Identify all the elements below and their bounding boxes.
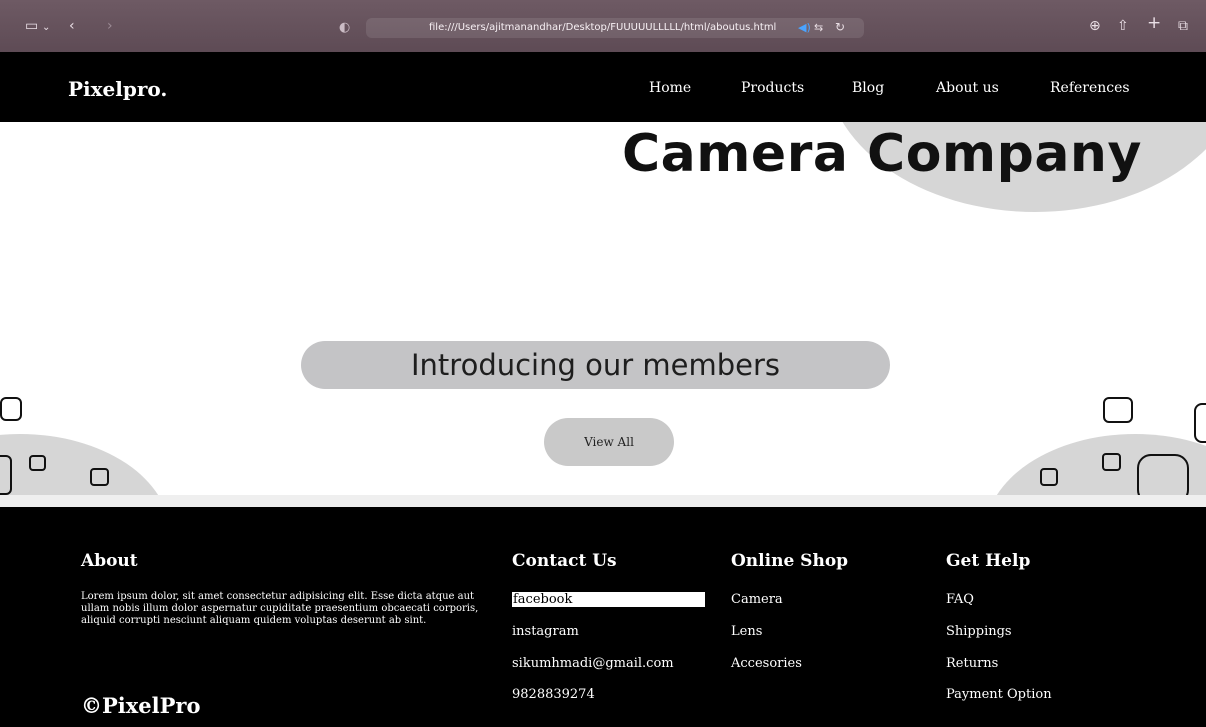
footer-about-text: Lorem ipsum dolor, sit amet consectetur … [81, 591, 479, 626]
decorative-square-icon [1102, 453, 1121, 471]
footer-link-shippings[interactable]: Shippings [946, 624, 1012, 639]
decorative-square-icon [0, 397, 22, 421]
footer-link-accesories[interactable]: Accesories [731, 656, 802, 671]
decorative-square-icon [0, 455, 12, 495]
footer-link-returns[interactable]: Returns [946, 656, 998, 671]
hero-section: Camera Company Introducing our members V… [0, 122, 1206, 495]
forward-arrow-icon[interactable]: › [107, 19, 113, 33]
nav-link-references[interactable]: References [1050, 80, 1130, 96]
intro-banner: Introducing our members [301, 341, 890, 389]
section-divider [0, 495, 1206, 507]
translate-icon[interactable]: ⇆ [814, 21, 823, 34]
footer-phone[interactable]: 9828839274 [512, 687, 595, 702]
share-icon[interactable]: ⇧ [1117, 19, 1129, 33]
decorative-square-icon [1040, 468, 1058, 486]
nav-link-about-us[interactable]: About us [936, 80, 999, 96]
site-logo[interactable]: Pixelpro. [68, 77, 167, 101]
footer-link-payment-option[interactable]: Payment Option [946, 687, 1052, 702]
nav-link-blog[interactable]: Blog [852, 80, 884, 96]
decorative-square-icon [1194, 403, 1206, 443]
hero-title: Camera Company [622, 124, 1142, 184]
reload-icon[interactable]: ↻ [835, 20, 845, 34]
decorative-square-icon [90, 468, 109, 486]
nav-link-products[interactable]: Products [741, 80, 804, 96]
footer-shop-heading: Online Shop [731, 551, 849, 571]
nav-link-home[interactable]: Home [649, 80, 691, 96]
decorative-square-icon [1103, 397, 1133, 423]
decorative-square-icon [29, 455, 46, 471]
view-all-button[interactable]: View All [544, 418, 674, 466]
footer-copyright: ©PixelPro [81, 693, 201, 718]
back-arrow-icon[interactable]: ‹ [69, 19, 75, 33]
footer-link-email[interactable]: sikumhmadi@gmail.com [512, 656, 674, 671]
privacy-shield-icon[interactable]: ◐ [339, 20, 350, 35]
downloads-icon[interactable]: ⊕ [1089, 19, 1101, 33]
site-footer: About Lorem ipsum dolor, sit amet consec… [0, 507, 1206, 727]
decorative-square-icon [1137, 454, 1189, 495]
footer-about-heading: About [81, 551, 138, 571]
footer-link-instagram[interactable]: instagram [512, 624, 579, 639]
decorative-blob [0, 434, 170, 495]
footer-link-facebook[interactable]: facebook [512, 592, 705, 607]
footer-link-lens[interactable]: Lens [731, 624, 762, 639]
site-navbar: Pixelpro. Home Products Blog About us Re… [0, 52, 1206, 122]
footer-help-heading: Get Help [946, 551, 1031, 571]
browser-toolbar: ▭ ⌄ ‹ › ◐ file:///Users/ajitmanandhar/De… [0, 0, 1206, 52]
audio-playing-icon[interactable]: ◀) [798, 21, 811, 34]
tab-overview-icon[interactable]: ⧉ [1178, 19, 1188, 33]
url-text[interactable]: file:///Users/ajitmanandhar/Desktop/FUUU… [429, 22, 776, 33]
address-bar[interactable]: ◐ file:///Users/ajitmanandhar/Desktop/FU… [339, 18, 864, 38]
new-tab-icon[interactable]: + [1147, 15, 1161, 32]
footer-link-camera[interactable]: Camera [731, 592, 783, 607]
chevron-down-icon[interactable]: ⌄ [42, 21, 50, 35]
footer-contact-heading: Contact Us [512, 551, 617, 571]
sidebar-toggle-icon[interactable]: ▭ [25, 19, 38, 33]
footer-link-faq[interactable]: FAQ [946, 592, 974, 607]
